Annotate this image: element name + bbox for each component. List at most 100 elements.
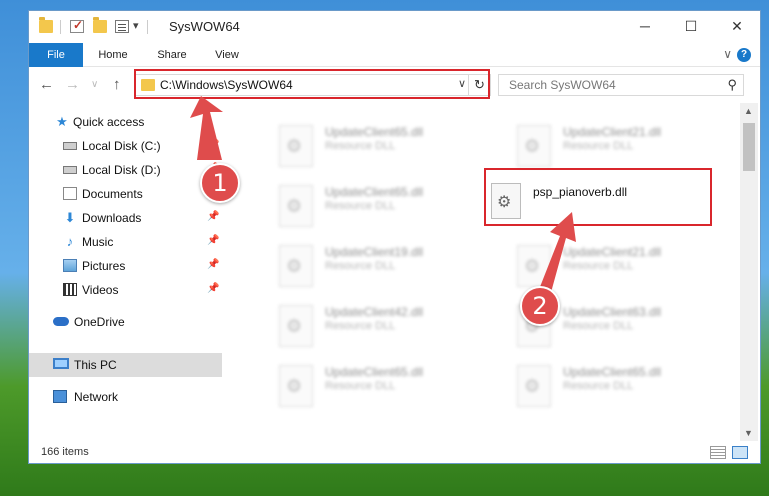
dll-file-icon bbox=[279, 365, 313, 407]
file-name: UpdateClient19.dll bbox=[325, 245, 424, 259]
file-type: Resource DLL bbox=[325, 200, 396, 212]
sidebar-item-label: OneDrive bbox=[74, 315, 125, 329]
file-name: UpdateClient65.dll bbox=[563, 365, 662, 379]
scroll-down-icon[interactable]: ▼ bbox=[744, 428, 753, 438]
file-item[interactable]: UpdateClient65.dll Resource DLL bbox=[259, 355, 479, 411]
tab-home[interactable]: Home bbox=[91, 43, 135, 67]
pin-icon[interactable]: 📌 bbox=[207, 211, 219, 222]
videos-icon bbox=[63, 283, 77, 296]
maximize-button[interactable]: ☐ bbox=[668, 11, 714, 43]
step-2-badge: 2 bbox=[520, 286, 560, 326]
pin-icon[interactable]: 📌 bbox=[207, 235, 219, 246]
sidebar-item-local-disk-d[interactable]: Local Disk (D:) 📌 bbox=[29, 158, 222, 182]
sidebar-item-quick-access[interactable]: ★ Quick access bbox=[29, 110, 222, 134]
large-icons-view-icon[interactable] bbox=[732, 446, 748, 459]
folder-icon bbox=[39, 17, 53, 33]
tab-share[interactable]: Share bbox=[151, 43, 193, 67]
address-highlight-box bbox=[134, 69, 490, 99]
file-name: UpdateClient63.dll bbox=[563, 305, 662, 319]
file-item[interactable]: UpdateClient42.dll Resource DLL bbox=[259, 295, 479, 351]
file-item[interactable]: UpdateClient65.dll Resource DLL bbox=[497, 355, 717, 411]
minimize-button[interactable]: ─ bbox=[622, 11, 668, 43]
download-icon: ⬇ bbox=[64, 210, 76, 225]
file-item[interactable]: UpdateClient21.dll Resource DLL bbox=[497, 235, 717, 291]
sidebar-item-label: Videos bbox=[82, 283, 119, 297]
file-item[interactable]: UpdateClient21.dll Resource DLL bbox=[497, 115, 717, 171]
vertical-scrollbar[interactable]: ▲ ▼ bbox=[740, 103, 758, 441]
file-name: UpdateClient42.dll bbox=[325, 305, 424, 319]
pin-icon[interactable]: 📌 bbox=[207, 139, 219, 150]
step-1-badge: 1 bbox=[200, 163, 240, 203]
sidebar-item-label: This PC bbox=[74, 358, 117, 372]
file-highlight-box bbox=[484, 168, 712, 226]
search-box[interactable]: Search SysWOW64 ⚲ bbox=[498, 74, 744, 96]
cloud-icon bbox=[53, 317, 69, 326]
forward-button[interactable]: → bbox=[65, 76, 80, 93]
recent-locations-button[interactable]: ∨ bbox=[91, 79, 98, 90]
sidebar-item-label: Downloads bbox=[82, 211, 142, 225]
sidebar-item-label: Local Disk (D:) bbox=[82, 163, 161, 177]
network-icon bbox=[53, 390, 67, 403]
up-button[interactable]: ↑ bbox=[113, 76, 121, 93]
file-type: Resource DLL bbox=[563, 260, 634, 272]
file-item[interactable]: UpdateClient65.dll Resource DLL bbox=[259, 175, 479, 231]
file-list: UpdateClient65.dll Resource DLL UpdateCl… bbox=[229, 103, 740, 441]
item-count: 166 items bbox=[41, 446, 89, 458]
dll-file-icon bbox=[517, 365, 551, 407]
sidebar-item-videos[interactable]: Videos 📌 bbox=[29, 278, 222, 302]
file-name: UpdateClient21.dll bbox=[563, 245, 662, 259]
sidebar-item-local-disk-c[interactable]: Local Disk (C:) 📌 bbox=[29, 134, 222, 158]
sidebar-item-label: Music bbox=[82, 235, 114, 249]
sidebar-item-label: Documents bbox=[82, 187, 143, 201]
sidebar-item-this-pc[interactable]: This PC bbox=[29, 353, 222, 377]
sidebar-item-music[interactable]: ♪ Music 📌 bbox=[29, 230, 222, 254]
sidebar-item-downloads[interactable]: ⬇ Downloads 📌 bbox=[29, 206, 222, 230]
file-name: UpdateClient21.dll bbox=[563, 125, 662, 139]
file-type: Resource DLL bbox=[325, 320, 396, 332]
pin-icon[interactable]: 📌 bbox=[207, 259, 219, 270]
pin-icon[interactable]: 📌 bbox=[207, 283, 219, 294]
dll-file-icon bbox=[279, 305, 313, 347]
file-type: Resource DLL bbox=[563, 320, 634, 332]
new-folder-icon[interactable] bbox=[93, 17, 107, 33]
sidebar-item-network[interactable]: Network bbox=[29, 385, 222, 409]
qat-dropdown-icon[interactable]: ▾ bbox=[133, 19, 139, 32]
sidebar-item-label: Pictures bbox=[82, 259, 126, 273]
sidebar-item-label: Network bbox=[74, 390, 119, 404]
file-name: UpdateClient65.dll bbox=[325, 365, 424, 379]
sidebar-item-documents[interactable]: Documents 📌 bbox=[29, 182, 222, 206]
file-type: Resource DLL bbox=[325, 260, 396, 272]
scroll-thumb[interactable] bbox=[743, 123, 755, 171]
file-name: UpdateClient65.dll bbox=[325, 185, 424, 199]
properties-check-icon[interactable] bbox=[70, 18, 84, 33]
dll-file-icon bbox=[279, 245, 313, 287]
file-type: Resource DLL bbox=[325, 140, 396, 152]
sidebar-item-pictures[interactable]: Pictures 📌 bbox=[29, 254, 222, 278]
file-type: Resource DLL bbox=[563, 140, 634, 152]
details-view-icon[interactable] bbox=[710, 446, 726, 459]
disk-icon bbox=[63, 166, 77, 174]
sidebar-item-onedrive[interactable]: OneDrive bbox=[29, 310, 222, 334]
file-item[interactable]: UpdateClient65.dll Resource DLL bbox=[259, 115, 479, 171]
dll-file-icon bbox=[517, 125, 551, 167]
file-type: Resource DLL bbox=[325, 380, 396, 392]
customize-icon[interactable] bbox=[115, 20, 129, 33]
sidebar-item-label: Local Disk (C:) bbox=[82, 139, 161, 153]
documents-icon bbox=[63, 187, 77, 200]
tab-view[interactable]: View bbox=[209, 43, 245, 67]
help-icon[interactable]: ? bbox=[737, 48, 751, 62]
title-bar: ▾ SysWOW64 ─ ☐ ✕ bbox=[29, 11, 760, 43]
tab-file[interactable]: File bbox=[29, 43, 83, 67]
ribbon-tabs: File Home Share View ∨ ? bbox=[29, 43, 760, 67]
computer-icon bbox=[53, 358, 69, 369]
disk-icon bbox=[63, 142, 77, 150]
ribbon-expand-icon[interactable]: ∨ bbox=[723, 47, 732, 61]
file-type: Resource DLL bbox=[563, 380, 634, 392]
music-icon: ♪ bbox=[66, 234, 74, 249]
back-button[interactable]: ← bbox=[39, 76, 54, 93]
close-button[interactable]: ✕ bbox=[714, 11, 760, 43]
star-icon: ★ bbox=[56, 114, 68, 129]
file-item[interactable]: UpdateClient19.dll Resource DLL bbox=[259, 235, 479, 291]
scroll-up-icon[interactable]: ▲ bbox=[744, 106, 753, 116]
search-input[interactable]: Search SysWOW64 bbox=[509, 78, 616, 92]
